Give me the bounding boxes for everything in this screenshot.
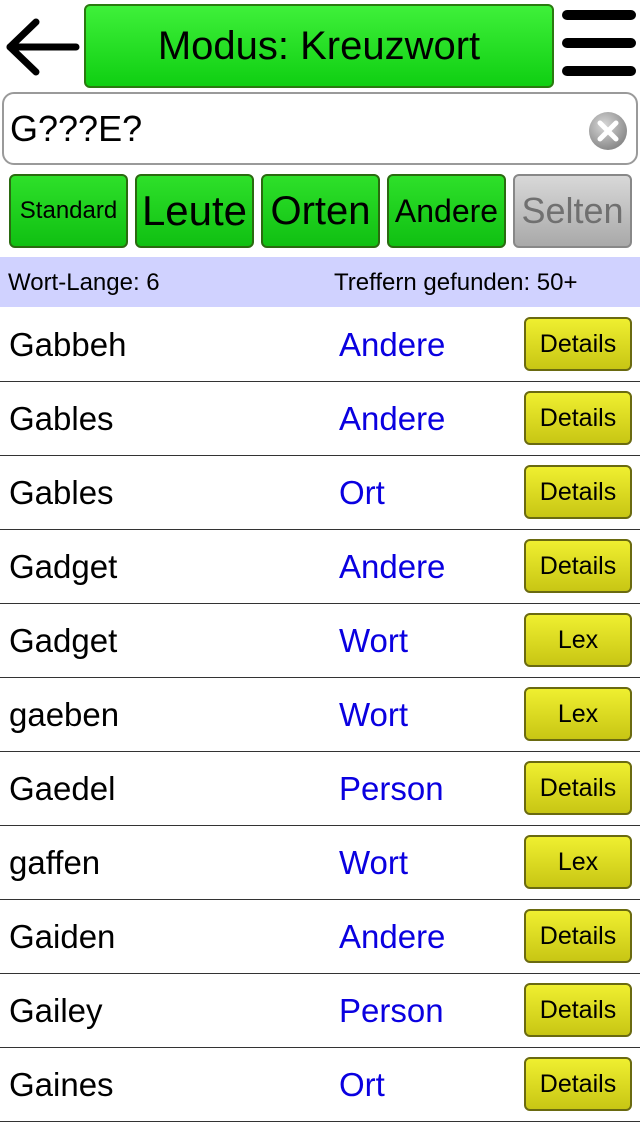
filter-label: Orten: [270, 188, 371, 233]
details-button[interactable]: Details: [524, 539, 632, 593]
filter-label: Selten: [521, 190, 624, 231]
result-row[interactable]: Gailey Person Details: [0, 974, 640, 1048]
filter-standard-button[interactable]: Standard: [9, 174, 128, 248]
result-row[interactable]: Gaedel Person Details: [0, 752, 640, 826]
search-box: [2, 92, 638, 165]
result-row[interactable]: Gables Andere Details: [0, 382, 640, 456]
hit-count-label: Treffern gefunden: 50+: [334, 269, 578, 296]
search-input[interactable]: [10, 102, 570, 156]
clear-search-button[interactable]: [588, 111, 628, 151]
header-bar: Modus: Kreuzwort: [0, 0, 640, 92]
result-word: Gables: [9, 474, 114, 511]
filter-leute-button[interactable]: Leute: [135, 174, 254, 248]
result-category: Andere: [339, 548, 446, 585]
result-row[interactable]: Gabbeh Andere Details: [0, 308, 640, 382]
result-category: Andere: [339, 400, 446, 437]
filter-andere-button[interactable]: Andere: [387, 174, 506, 248]
result-row[interactable]: Gaiden Andere Details: [0, 900, 640, 974]
details-button[interactable]: Details: [524, 761, 632, 815]
result-word: Gabbeh: [9, 326, 127, 363]
result-word: gaffen: [9, 844, 101, 881]
result-category: Person: [339, 770, 444, 807]
result-row[interactable]: Gadget Andere Details: [0, 530, 640, 604]
clear-icon: [589, 112, 627, 150]
details-button[interactable]: Details: [524, 391, 632, 445]
result-row[interactable]: Gables Ort Details: [0, 456, 640, 530]
details-button[interactable]: Details: [524, 983, 632, 1037]
hamburger-icon: [562, 38, 636, 48]
result-category: Wort: [339, 844, 409, 881]
result-word: Gadget: [9, 622, 118, 659]
result-category: Person: [339, 992, 444, 1029]
result-word: Gaedel: [9, 770, 116, 807]
filter-label: Standard: [19, 197, 118, 224]
result-row[interactable]: Gaines Ort Details: [0, 1048, 640, 1122]
mode-button[interactable]: Modus: Kreuzwort: [84, 4, 554, 88]
details-button[interactable]: Details: [524, 909, 632, 963]
result-row[interactable]: gaeben Wort Lex: [0, 678, 640, 752]
back-button[interactable]: [2, 12, 80, 82]
filter-label: Andere: [394, 192, 499, 229]
result-category: Andere: [339, 326, 446, 363]
result-category: Ort: [339, 1066, 385, 1103]
details-button[interactable]: Details: [524, 317, 632, 371]
hamburger-icon: [562, 10, 636, 20]
lex-button[interactable]: Lex: [524, 613, 632, 667]
result-category: Wort: [339, 696, 409, 733]
result-word: Gables: [9, 400, 114, 437]
result-category: Wort: [339, 622, 409, 659]
filter-label: Leute: [141, 187, 248, 234]
result-word: Gaines: [9, 1066, 114, 1103]
arrow-left-icon: [6, 18, 80, 76]
result-word: Gaiden: [9, 918, 116, 955]
result-word: gaeben: [9, 696, 120, 733]
info-bar: Wort-Lange: 6 Treffern gefunden: 50+: [0, 257, 640, 307]
menu-button[interactable]: [560, 10, 638, 82]
results-list: Gabbeh Andere Details Gables Andere Details Ga…: [0, 308, 640, 1122]
details-button[interactable]: Details: [524, 1057, 632, 1111]
lex-button[interactable]: Lex: [524, 835, 632, 889]
result-row[interactable]: Gadget Wort Lex: [0, 604, 640, 678]
details-button[interactable]: Details: [524, 465, 632, 519]
result-category: Ort: [339, 474, 385, 511]
mode-label: Modus: Kreuzwort: [157, 23, 481, 68]
hamburger-icon: [562, 66, 636, 76]
filter-orten-button[interactable]: Orten: [261, 174, 380, 248]
result-word: Gadget: [9, 548, 118, 585]
result-word: Gailey: [9, 992, 103, 1029]
result-category: Andere: [339, 918, 446, 955]
result-row[interactable]: gaffen Wort Lex: [0, 826, 640, 900]
word-length-label: Wort-Lange: 6: [8, 269, 160, 296]
category-filters: Standard Leute Orten Andere Selten: [0, 172, 640, 250]
app-screen: Modus: Kreuzwort G???E? Standard Leute O…: [0, 0, 640, 1136]
lex-button[interactable]: Lex: [524, 687, 632, 741]
filter-selten-button[interactable]: Selten: [513, 174, 632, 248]
